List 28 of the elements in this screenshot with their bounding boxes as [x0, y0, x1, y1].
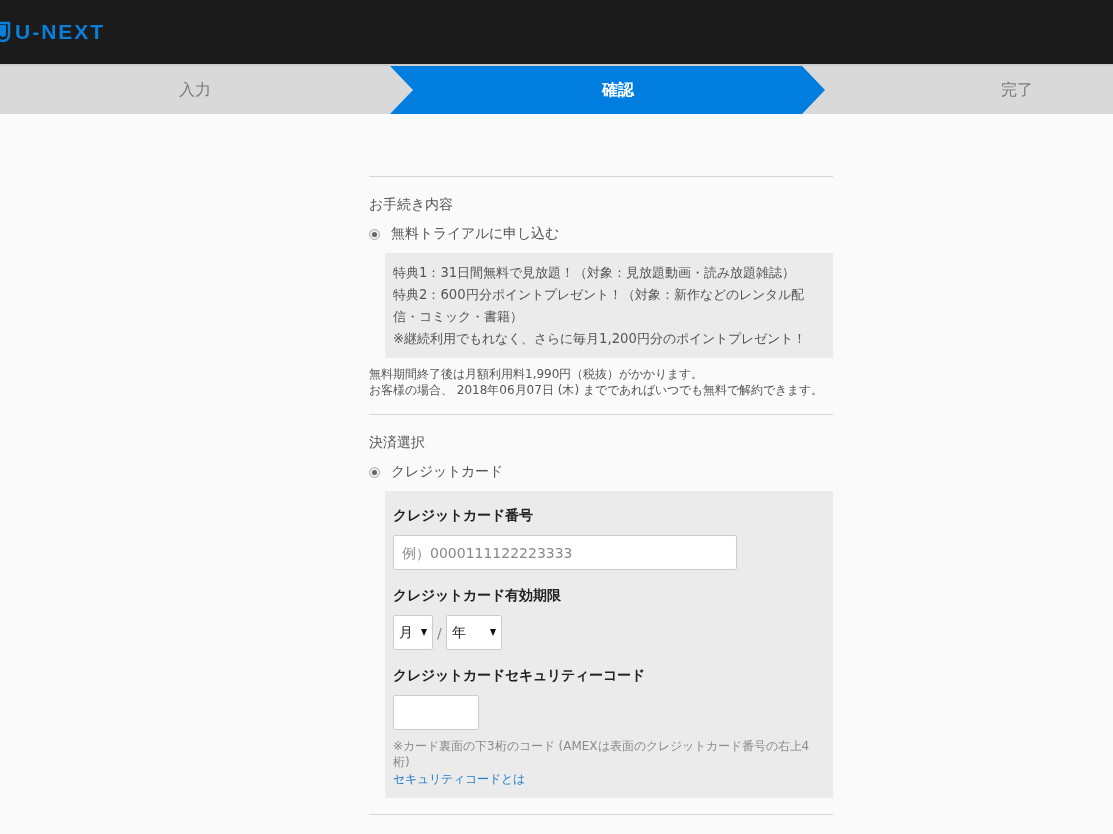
progress-step: 完了	[802, 66, 1113, 114]
field-label: クレジットカード番号	[393, 507, 534, 525]
year-select[interactable]: 年	[445, 615, 502, 650]
field-label: クレジットカードセキュリティーコード	[393, 667, 646, 685]
benefit-text: ※継続利用でもれなく、さらに毎月1,200円分のポイントプレゼント！	[393, 330, 807, 348]
radio-label: クレジットカード	[391, 463, 503, 481]
note-text: お客様の場合、 2018年06月07日 (木) までであればいつでも無料で解約できます。	[369, 382, 824, 398]
caret-icon	[489, 629, 496, 636]
security-code-field[interactable]	[393, 695, 479, 730]
note-text: 無料期間終了後は月額利用料1,990円（税抜）がかかります。	[369, 366, 705, 382]
progress-step: 確認	[390, 66, 825, 114]
progress-step: 入力	[0, 66, 413, 114]
benefit-text: 特典1：31日間無料で見放題！（対象：見放題動画・読み放題雑誌）	[393, 264, 797, 282]
benefit-text: 特典2：600円分ポイントプレゼント！（対象：新作などのレンタル配信・コミック・書籍）	[393, 286, 805, 326]
radio-button[interactable]	[369, 228, 380, 240]
field-label: クレジットカード有効期限	[393, 587, 562, 605]
hint-text: ※カード裏面の下3桁のコード (AMEXは表面のクレジットカード番号の右上4桁)	[393, 738, 811, 770]
radio-button[interactable]	[369, 466, 380, 478]
section-heading: 決済選択	[369, 434, 426, 452]
shield-logo-icon	[0, 21, 11, 43]
section-heading: お手続き内容	[369, 196, 454, 214]
security-code-link[interactable]: セキュリティコードとは	[393, 772, 525, 786]
card-number-field[interactable]: 例）0000111122223333	[393, 535, 737, 570]
separator-text: /	[437, 624, 442, 641]
radio-label: 無料トライアルに申し込む	[391, 225, 559, 243]
month-select[interactable]: 月	[393, 615, 433, 650]
logo-text: U-NEXT	[15, 20, 106, 44]
caret-icon	[421, 629, 427, 636]
